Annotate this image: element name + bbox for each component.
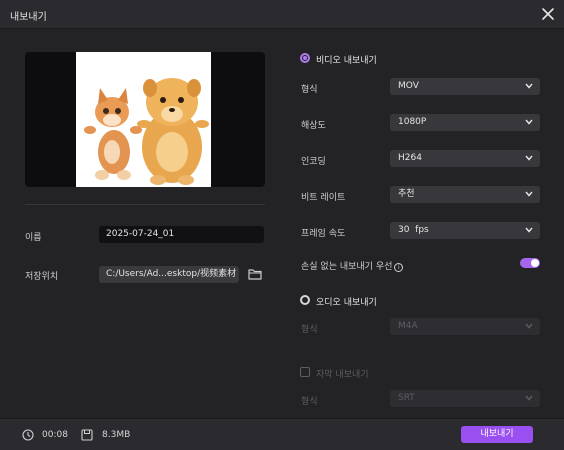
bitrate-label: 비트 레이트 bbox=[301, 193, 346, 203]
subtitle-format-value: SRT bbox=[398, 393, 415, 403]
save-disk-icon bbox=[81, 429, 93, 441]
subtitle-export-label: 자막 내보내기 bbox=[316, 370, 369, 380]
frame-rate-select[interactable]: 30 fps bbox=[390, 222, 540, 239]
encoding-value: H264 bbox=[398, 153, 422, 163]
name-input[interactable]: 2025-07-24_01 bbox=[99, 226, 264, 243]
bitrate-select[interactable]: 추천 bbox=[390, 186, 540, 203]
left-divider bbox=[25, 204, 265, 205]
close-icon[interactable] bbox=[540, 6, 556, 22]
subtitle-export-checkbox[interactable] bbox=[300, 367, 310, 377]
video-format-value: MOV bbox=[398, 81, 419, 91]
video-export-radio[interactable] bbox=[300, 53, 310, 63]
frame-rate-label: 프레임 속도 bbox=[301, 229, 346, 239]
audio-format-select[interactable]: M4A bbox=[390, 318, 540, 335]
bitrate-value: 추천 bbox=[398, 189, 415, 199]
chevron-down-icon bbox=[525, 83, 533, 89]
title-bar: 내보내기 bbox=[0, 0, 564, 29]
video-format-label: 형식 bbox=[301, 85, 318, 95]
kitten-and-puppy-image bbox=[76, 52, 211, 187]
resolution-value: 1080P bbox=[398, 117, 427, 127]
chevron-down-icon bbox=[525, 155, 533, 161]
save-location-field[interactable]: C:/Users/Ad...esktop/视频素材 bbox=[99, 266, 239, 283]
chevron-down-icon bbox=[525, 191, 533, 197]
name-label: 이름 bbox=[25, 233, 42, 243]
video-preview bbox=[25, 52, 265, 187]
audio-format-value: M4A bbox=[398, 321, 418, 331]
file-size-text: 8.3MB bbox=[102, 430, 131, 440]
encoding-label: 인코딩 bbox=[301, 157, 326, 167]
resolution-label: 해상도 bbox=[301, 121, 326, 131]
clock-icon bbox=[22, 429, 34, 441]
export-button[interactable]: 내보내기 bbox=[461, 426, 533, 443]
folder-icon[interactable] bbox=[248, 268, 262, 280]
audio-export-radio[interactable] bbox=[300, 295, 310, 305]
encoding-select[interactable]: H264 bbox=[390, 150, 540, 167]
lossless-export-toggle[interactable] bbox=[520, 258, 540, 268]
duration-text: 00:08 bbox=[42, 430, 68, 440]
window-title: 내보내기 bbox=[10, 12, 47, 23]
chevron-down-icon bbox=[525, 395, 533, 401]
chevron-down-icon bbox=[525, 227, 533, 233]
subtitle-format-select[interactable]: SRT bbox=[390, 390, 540, 407]
chevron-down-icon bbox=[525, 119, 533, 125]
video-format-select[interactable]: MOV bbox=[390, 78, 540, 95]
subtitle-format-label: 형식 bbox=[301, 397, 318, 407]
resolution-select[interactable]: 1080P bbox=[390, 114, 540, 131]
lossless-export-label: 손실 없는 내보내기 우선 bbox=[301, 262, 393, 272]
chevron-down-icon bbox=[525, 323, 533, 329]
audio-export-label: 오디오 내보내기 bbox=[316, 298, 377, 308]
info-icon[interactable]: i bbox=[394, 263, 404, 272]
frame-rate-value: 30 fps bbox=[398, 225, 429, 235]
video-export-label: 비디오 내보내기 bbox=[316, 56, 377, 66]
lossless-export-row: 손실 없는 내보내기 우선 i bbox=[301, 259, 404, 272]
preview-thumbnail bbox=[76, 52, 211, 187]
audio-format-label: 형식 bbox=[301, 325, 318, 335]
location-label: 저장위치 bbox=[25, 272, 59, 282]
